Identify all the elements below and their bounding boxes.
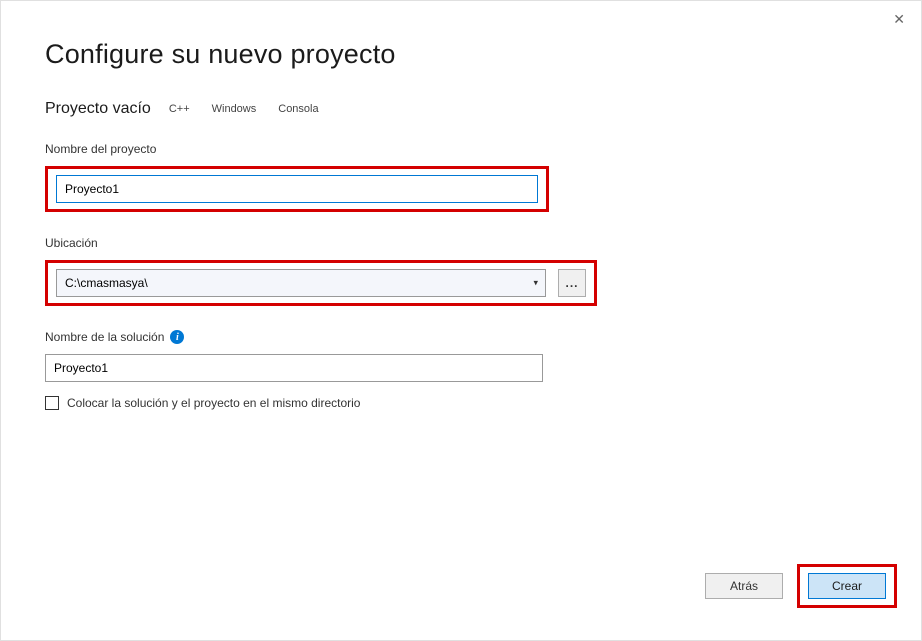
location-combo[interactable]: ▾ bbox=[56, 269, 546, 297]
template-row: Proyecto vacío C++ Windows Consola bbox=[45, 100, 877, 118]
dialog-content: Configure su nuevo proyecto Proyecto vac… bbox=[1, 1, 921, 410]
solution-name-label: Nombre de la solución bbox=[45, 330, 164, 344]
location-label: Ubicación bbox=[45, 236, 877, 250]
location-input[interactable] bbox=[56, 269, 546, 297]
solution-name-input[interactable] bbox=[45, 354, 543, 382]
location-group: Ubicación ▾ ... bbox=[45, 236, 877, 306]
close-icon: ✕ bbox=[893, 11, 905, 27]
project-name-group: Nombre del proyecto bbox=[45, 142, 877, 212]
highlight-annotation bbox=[45, 166, 549, 212]
template-tag: C++ bbox=[165, 101, 194, 117]
template-name: Proyecto vacío bbox=[45, 100, 151, 118]
same-directory-checkbox[interactable] bbox=[45, 396, 59, 410]
project-name-label: Nombre del proyecto bbox=[45, 142, 877, 156]
template-tag: Consola bbox=[274, 101, 322, 117]
template-tag: Windows bbox=[208, 101, 261, 117]
project-name-input[interactable] bbox=[56, 175, 538, 203]
back-button[interactable]: Atrás bbox=[705, 573, 783, 599]
same-directory-checkbox-label: Colocar la solución y el proyecto en el … bbox=[67, 396, 360, 410]
close-button[interactable]: ✕ bbox=[893, 11, 905, 28]
same-directory-checkbox-row[interactable]: Colocar la solución y el proyecto en el … bbox=[45, 396, 877, 410]
page-title: Configure su nuevo proyecto bbox=[45, 39, 877, 70]
solution-name-group: Nombre de la solución i bbox=[45, 330, 877, 382]
highlight-annotation: ▾ ... bbox=[45, 260, 597, 306]
dialog-footer: Atrás Crear bbox=[705, 564, 897, 608]
create-button[interactable]: Crear bbox=[808, 573, 886, 599]
highlight-annotation: Crear bbox=[797, 564, 897, 608]
info-icon[interactable]: i bbox=[170, 330, 184, 344]
browse-button[interactable]: ... bbox=[558, 269, 586, 297]
